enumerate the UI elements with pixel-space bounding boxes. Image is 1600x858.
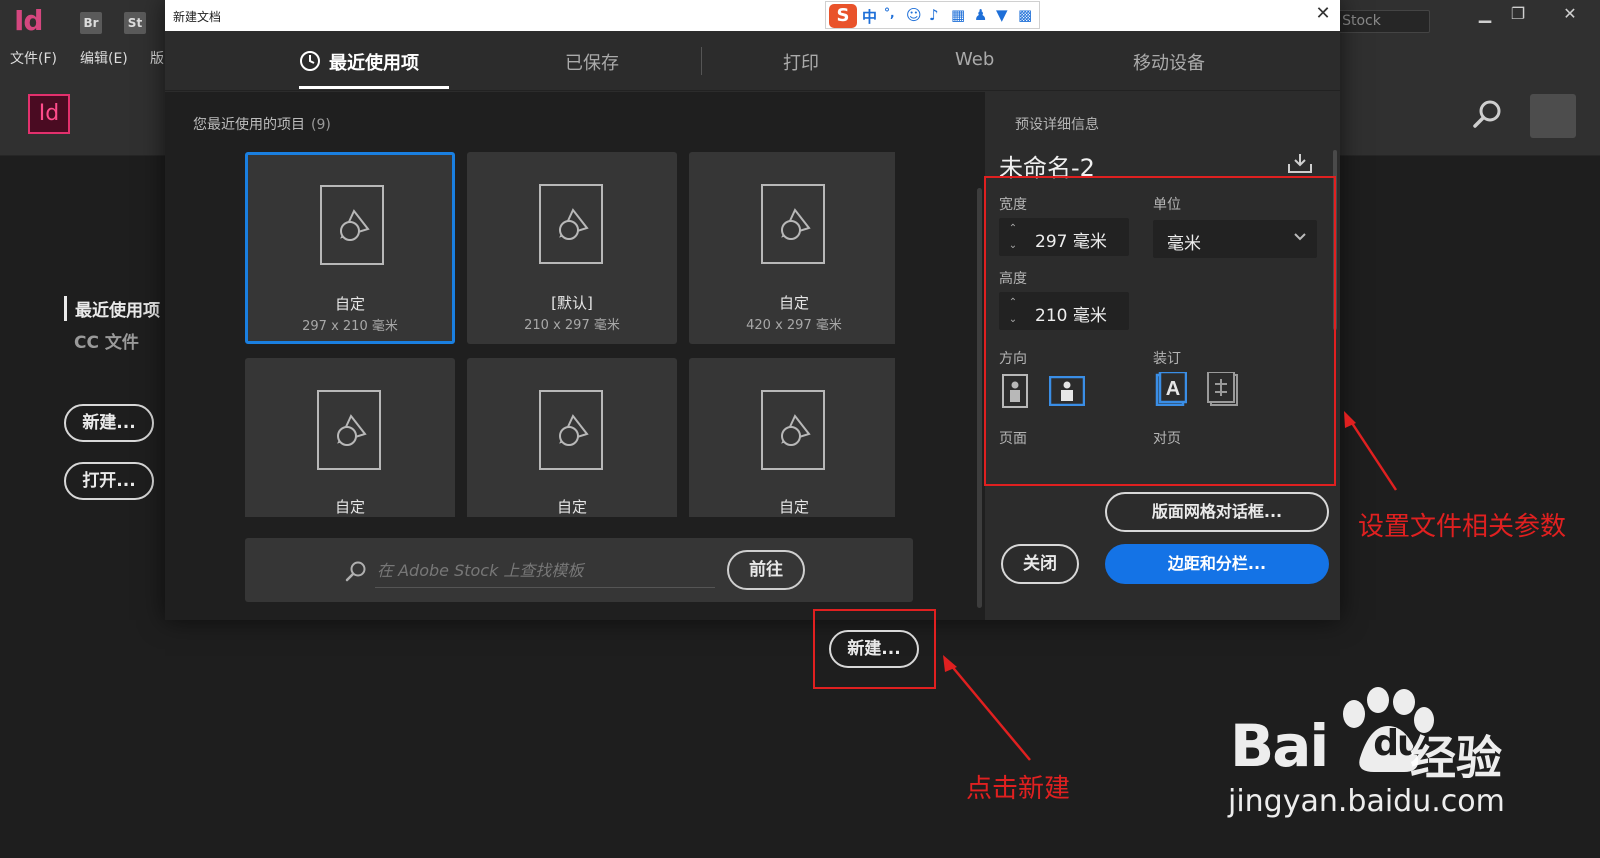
params-arrow [1348,419,1398,491]
restore-icon[interactable]: ❐ [1503,3,1533,25]
document-preset-icon [320,185,384,265]
margins-and-columns-button[interactable]: 边距和分栏... [1105,544,1329,584]
ime-user-icon[interactable]: ♟ [974,6,987,24]
menu-edit[interactable]: 编辑(E) [80,48,128,68]
preset-tile-name: 自定 [334,498,365,516]
preset-tile-size: 297 x 210 毫米 [302,319,398,334]
preset-details-label: 预设详细信息 [1015,117,1099,133]
ime-voice-icon[interactable]: ♪ [929,6,939,24]
stock-badge[interactable]: St [124,12,146,34]
document-preset-icon [761,184,825,264]
watermark-bai-text: Bai [1230,712,1329,780]
ime-emoji-icon[interactable]: ☺ [906,6,922,24]
minimize-icon[interactable]: ▁ [1470,3,1500,25]
tab-saved[interactable]: 已保存 [565,49,619,75]
stock-template-search-input[interactable] [375,554,715,588]
ime-keyboard-icon[interactable]: ▦ [951,6,965,24]
preset-tile-name: [默认] [551,294,593,312]
go-button[interactable]: 前往 [727,550,805,590]
new-annotation: 点击新建 [966,774,1071,804]
document-preset-icon [761,390,825,470]
recent-items-count: (9) [311,117,331,133]
preset-tiles: 自定 297 x 210 毫米 [默认] 210 x 297 毫米 自定 420… [245,152,895,517]
dialog-close-icon[interactable]: ✕ [1311,3,1335,24]
ime-punctuation-icon[interactable]: °, [884,6,895,20]
preset-tile[interactable]: [默认] 210 x 297 毫米 [467,152,677,344]
stock-template-search-bar: 前往 [245,538,913,602]
preset-tile[interactable]: 自定 [245,358,455,517]
indesign-logo: Id [28,94,70,134]
sogou-ime-icon[interactable]: S [829,4,857,28]
preset-tabs: 最近使用项 已保存 打印 Web 移动设备 [165,31,1340,91]
preset-tile-size: 210 x 297 毫米 [524,318,620,333]
params-highlight-box [984,176,1336,486]
recent-items-label: 您最近使用的项目 (9) [193,114,331,134]
sidebar-item-recent[interactable]: 最近使用项 [64,296,160,321]
menu-file[interactable]: 文件(F) [10,48,57,68]
preset-tile[interactable]: 自定 [467,358,677,517]
save-preset-icon[interactable] [1287,152,1313,174]
preset-tile-name: 自定 [556,498,587,516]
preset-tile[interactable]: 自定 420 x 297 毫米 [689,152,895,344]
search-icon [345,561,366,582]
ime-toolbox-icon[interactable]: ▩ [1018,6,1032,24]
tiles-scrollbar[interactable] [977,188,982,608]
menu-layout[interactable]: 版 [150,48,164,68]
watermark-jingyan: 经验 [1410,731,1502,785]
tab-print[interactable]: 打印 [783,49,819,75]
tab-separator [701,47,702,75]
sidebar-item-cc-files[interactable]: CC 文件 [74,328,139,353]
recent-presets-pane: 您最近使用的项目 (9) 自定 297 x 210 毫米 [默认] 210 x … [165,92,985,620]
dialog-titlebar: 新建文档 S 中 °, ☺ ♪ ▦ ♟ ▼ ▩ ✕ [165,0,1340,31]
preset-tile[interactable]: 自定 [689,358,895,517]
preset-tile-size: 420 x 297 毫米 [746,318,842,333]
watermark-url: jingyan.baidu.com [1228,784,1505,819]
document-preset-icon [539,184,603,264]
clock-icon [300,51,320,71]
new-arrow [949,663,1031,761]
tab-mobile[interactable]: 移动设备 [1133,49,1205,75]
close-button[interactable]: 关闭 [1001,544,1079,584]
document-preset-icon [317,390,381,470]
new-button-highlight-box [813,609,936,689]
preset-tile-name: 自定 [778,498,809,516]
tab-web[interactable]: Web [955,49,994,70]
avatar[interactable] [1530,94,1576,138]
close-window-icon[interactable]: ✕ [1555,3,1585,25]
preset-tile[interactable]: 自定 297 x 210 毫米 [245,152,455,344]
new-button-side[interactable]: 新建... [64,404,154,442]
bridge-badge[interactable]: Br [80,12,102,34]
layout-grid-dialog-button[interactable]: 版面网格对话框... [1105,492,1329,532]
recent-items-title: 您最近使用的项目 [193,117,305,133]
open-button-side[interactable]: 打开... [64,462,154,500]
dialog-title: 新建文档 [173,10,222,24]
params-annotation: 设置文件相关参数 [1358,512,1567,542]
document-preset-icon [539,390,603,470]
ime-skin-icon[interactable]: ▼ [996,6,1008,24]
preset-tile-name: 自定 [334,295,365,313]
app-logo: Id [14,4,43,37]
ime-toolbar[interactable]: S 中 °, ☺ ♪ ▦ ♟ ▼ ▩ [825,1,1040,29]
preset-tile-name: 自定 [778,294,809,312]
active-tab-indicator [299,86,449,89]
watermark-bai: Bai du [1230,712,1423,780]
tab-recent[interactable]: 最近使用项 [329,49,419,75]
search-icon[interactable] [1472,98,1504,130]
ime-chinese-mode-icon[interactable]: 中 [862,6,877,27]
